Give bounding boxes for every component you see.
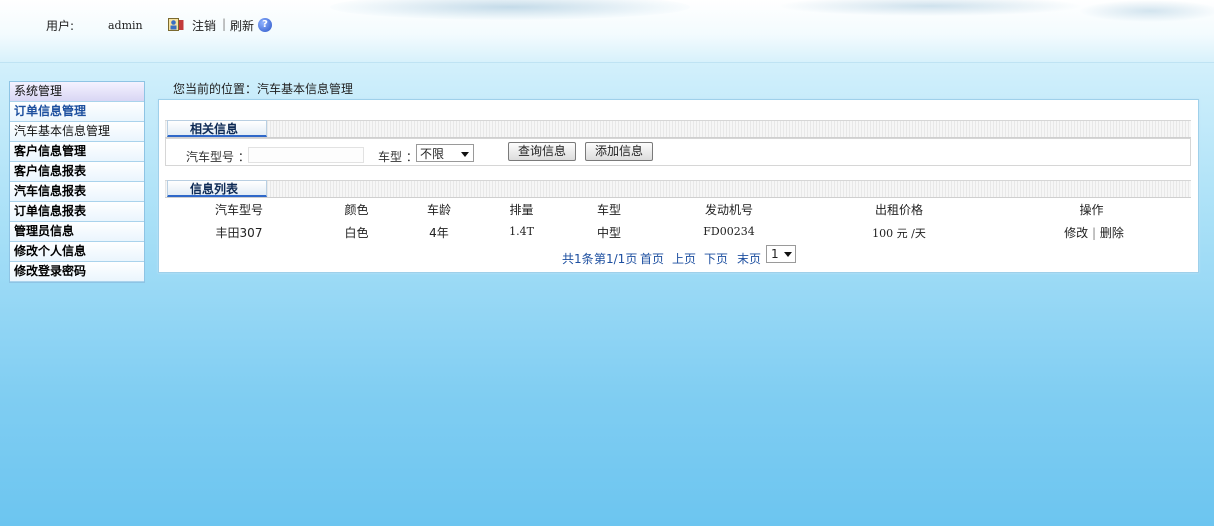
section-title-info-list: 信息列表 [167,180,267,197]
section-bar-related-info: 相关信息 [165,120,1191,138]
action-separator: | [1091,226,1097,240]
sidebar-item-edit-profile[interactable]: 修改个人信息 [10,242,144,262]
pager-total: 共1条 [562,252,594,266]
dropdown-arrow-icon [461,152,469,157]
user-icon [168,18,184,31]
column-header: 操作 [1079,203,1104,217]
column-header: 发动机号 [704,203,753,217]
dropdown-arrow-icon [784,252,792,257]
pager-page-info: 第1/1页 [594,252,638,266]
model-input[interactable] [248,147,364,163]
cell-displacement: 1.4T [509,225,534,238]
user-label: 用户: [46,19,75,33]
type-label: 车型 ： [378,150,418,164]
cell-age: 4年 [429,226,449,240]
top-header: 用户: admin 注销 | 刷新 ? [0,0,1214,63]
pager-next-link[interactable]: 下页 [704,250,728,267]
header-cloud-decoration [330,0,690,20]
main-panel: 相关信息 汽车型号 ： 车型 ： 不限 查询信息 添加信息 信息列表 汽车型号 … [158,99,1199,273]
cell-model: 丰田307 [215,226,263,240]
sidebar-item-order-report[interactable]: 订单信息报表 [10,202,144,222]
sidebar-header-system: 系统管理 [10,82,144,102]
search-form: 汽车型号 ： 车型 ： 不限 查询信息 添加信息 [165,138,1191,166]
type-select[interactable]: 不限 [416,144,474,162]
cell-actions: 修改 | 删除 [1059,224,1129,241]
header-cloud-decoration [1080,0,1214,22]
cell-type: 中型 [596,226,621,240]
refresh-link[interactable]: 刷新 [230,17,254,34]
sidebar-item-car-report[interactable]: 汽车信息报表 [10,182,144,202]
section-bar-info-list: 信息列表 [165,180,1191,198]
header-cloud-decoration [780,0,1080,16]
query-button[interactable]: 查询信息 [508,142,576,161]
cell-color: 白色 [344,226,369,240]
breadcrumb: 您当前的位置：汽车基本信息管理 [173,82,354,96]
cell-price: 100 元 /天 [872,227,926,240]
column-header: 排量 [509,203,534,217]
table-header: 汽车型号 颜色 车龄 排量 车型 发动机号 出租价格 操作 [159,201,1198,217]
help-icon[interactable]: ? [258,18,272,32]
sidebar-item-change-password[interactable]: 修改登录密码 [10,262,144,282]
pager-prev-link[interactable]: 上页 [672,250,696,267]
edit-link[interactable]: 修改 [1064,226,1088,240]
page-select[interactable]: 1 [766,245,796,263]
sidebar-item-car-management[interactable]: 汽车基本信息管理 [10,122,144,142]
sidebar-item-order-management[interactable]: 订单信息管理 [10,102,144,122]
user-name: admin [108,19,143,32]
model-label: 汽车型号 ： [186,150,250,164]
column-header: 车龄 [426,203,451,217]
logout-link[interactable]: 注销 [192,17,216,34]
column-header: 颜色 [344,203,369,217]
sidebar-item-admin-info[interactable]: 管理员信息 [10,222,144,242]
page-select-value: 1 [771,247,779,261]
cell-engine: FD00234 [703,225,755,238]
header-separator: | [222,17,227,31]
table-row: 丰田307 白色 4年 1.4T 中型 FD00234 100 元 /天 修改 … [159,224,1198,240]
sidebar-item-customer-management[interactable]: 客户信息管理 [10,142,144,162]
section-title-related-info: 相关信息 [167,120,267,137]
column-header: 汽车型号 [214,203,263,217]
sidebar-menu: 系统管理 订单信息管理 汽车基本信息管理 客户信息管理 客户信息报表 汽车信息报… [9,81,145,283]
sidebar-item-customer-report[interactable]: 客户信息报表 [10,162,144,182]
pager-first-link[interactable]: 首页 [640,250,664,267]
column-header: 出租价格 [874,203,923,217]
column-header: 车型 [596,203,621,217]
type-select-value: 不限 [420,147,445,161]
pager-last-link[interactable]: 末页 [737,250,761,267]
delete-link[interactable]: 删除 [1100,226,1124,240]
add-button[interactable]: 添加信息 [585,142,653,161]
